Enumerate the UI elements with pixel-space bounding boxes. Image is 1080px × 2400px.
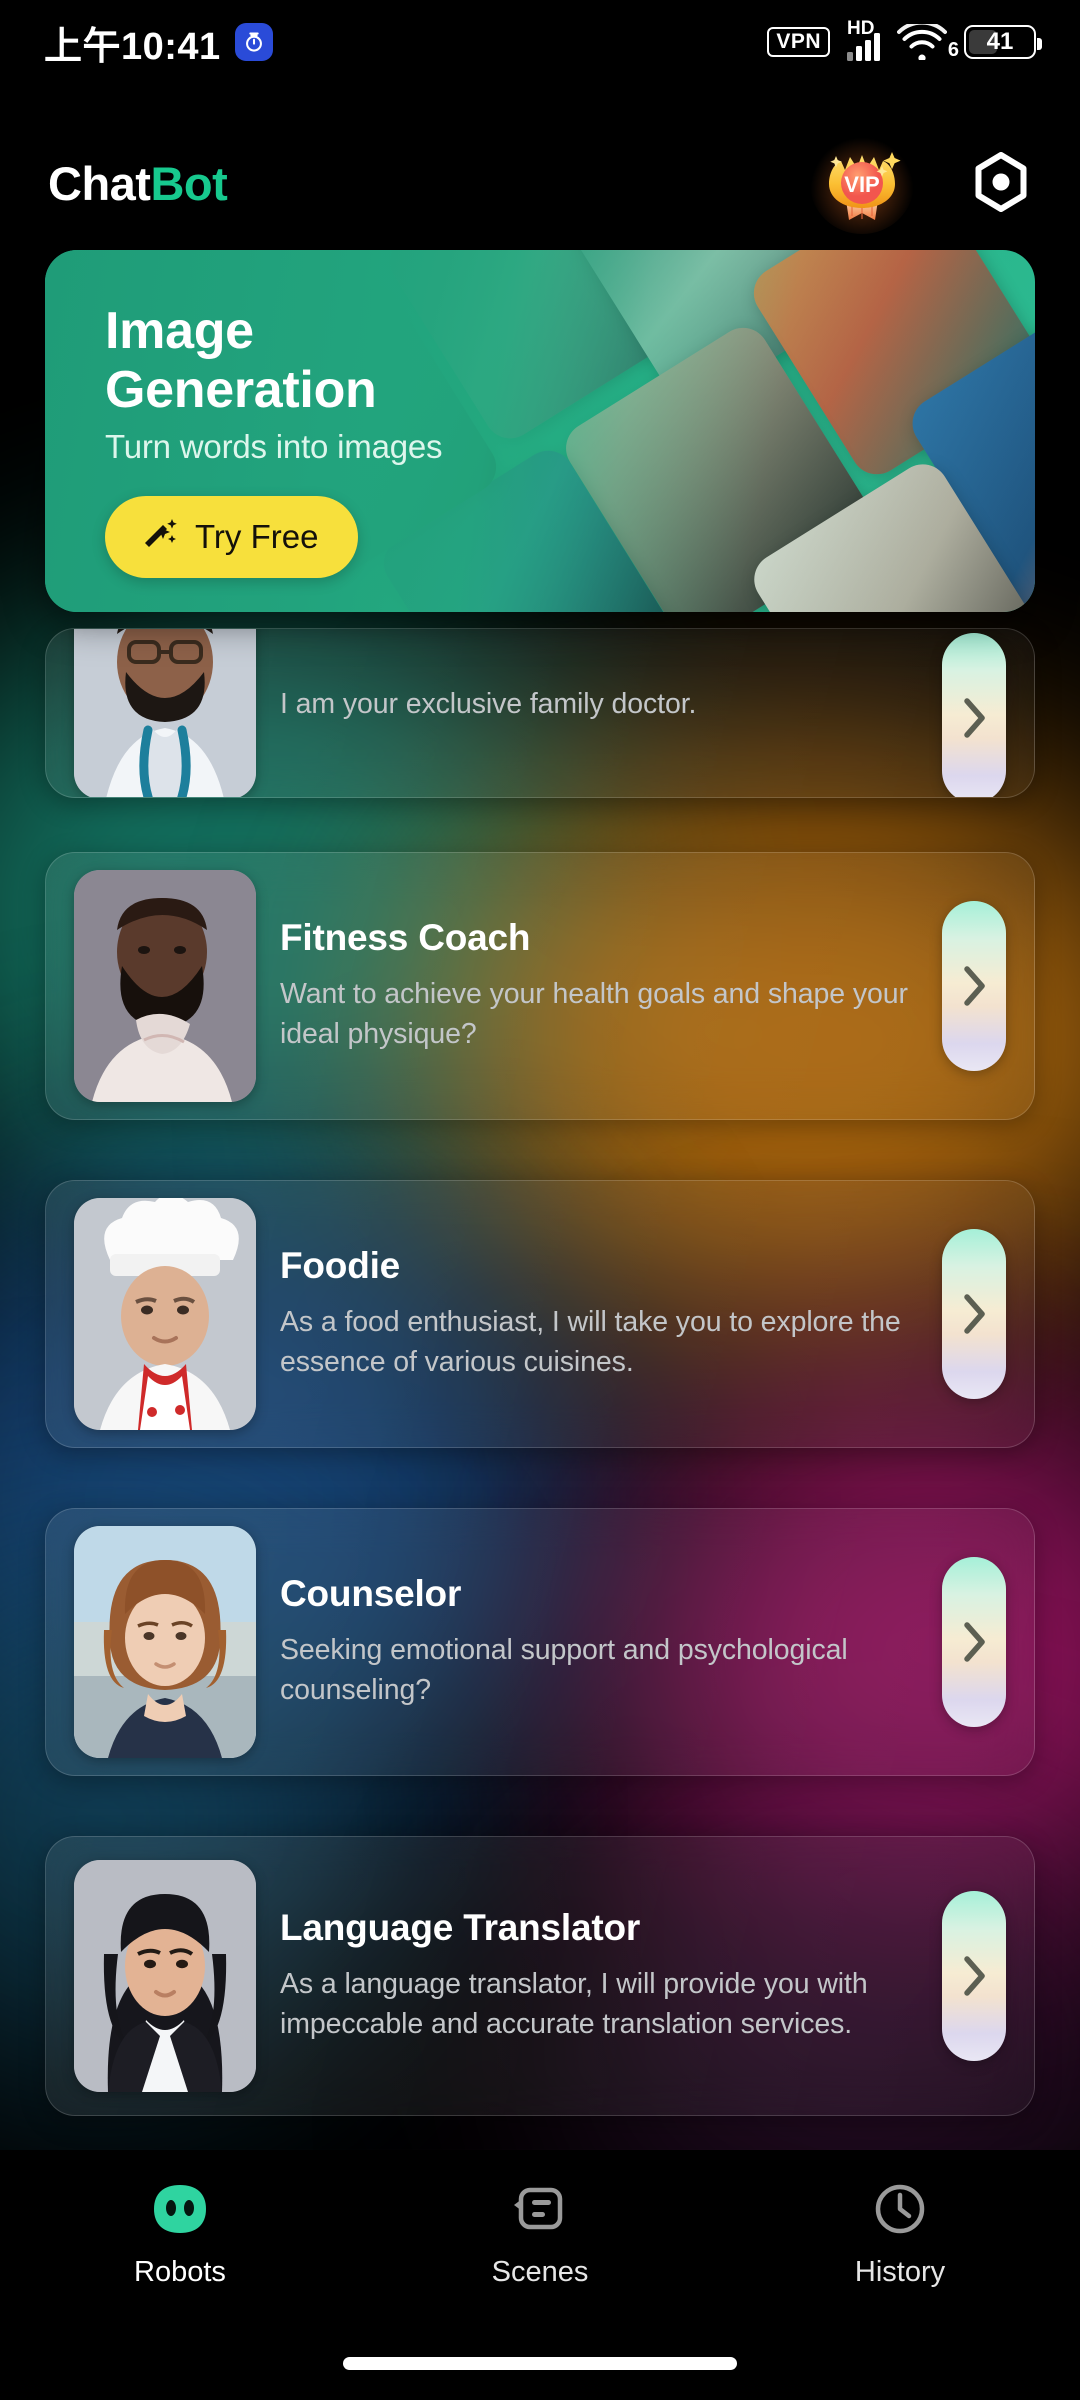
battery-icon: 41 <box>964 25 1042 59</box>
chevron-right-icon[interactable] <box>942 633 1006 797</box>
robot-card-title: Foodie <box>280 1245 401 1287</box>
robot-card-description: Want to achieve your health goals and sh… <box>280 978 908 1050</box>
robot-card-inner: Foodie As a food enthusiast, I will take… <box>46 1181 1034 1447</box>
banner-title-line1: Image <box>105 302 254 360</box>
robot-card-text: Counselor Seeking emotional support and … <box>280 1573 942 1711</box>
image-generation-banner[interactable]: Image Generation Turn words into images … <box>45 250 1035 612</box>
nav-item-robots[interactable]: Robots <box>0 2178 360 2289</box>
vpn-icon: VPN <box>767 27 830 57</box>
status-bar: 上午10:41 VPN HD 6 41 <box>0 0 1080 84</box>
wifi-generation-label: 6 <box>947 39 959 61</box>
robot-card-language-translator[interactable]: Language Translator As a language transl… <box>45 1836 1035 2116</box>
robot-card-description: I am your exclusive family doctor. <box>280 688 697 720</box>
app-screen: 上午10:41 VPN HD 6 41 ChatBot VIP Image Ge… <box>0 0 1080 2400</box>
robot-card-title: Language Translator <box>280 1907 641 1949</box>
vip-medal-icon[interactable]: VIP <box>810 134 914 234</box>
status-bar-right: VPN HD 6 41 <box>767 19 1042 62</box>
nav-item-history[interactable]: History <box>720 2178 1080 2289</box>
robot-card-inner: Language Translator As a language transl… <box>46 1837 1034 2115</box>
robot-card-doctor[interactable]: I am your exclusive family doctor. <box>45 628 1035 798</box>
status-bar-left: 上午10:41 <box>44 15 273 70</box>
robot-card-description: As a food enthusiast, I will take you to… <box>280 1306 901 1378</box>
robot-card-counselor[interactable]: Counselor Seeking emotional support and … <box>45 1508 1035 1776</box>
app-title-part2: Bot <box>150 156 228 210</box>
wifi-icon: 6 <box>897 20 959 62</box>
hexagon-settings-icon[interactable] <box>970 152 1032 214</box>
banner-content: Image Generation Turn words into images … <box>105 302 443 578</box>
robot-card-title: Counselor <box>280 1573 462 1615</box>
robot-card-description: Seeking emotional support and psychologi… <box>280 1634 848 1706</box>
chevron-right-icon[interactable] <box>942 901 1006 1071</box>
battery-percent-label: 41 <box>986 28 1014 55</box>
clock-icon <box>872 2178 928 2240</box>
robot-card-text: I am your exclusive family doctor. <box>280 629 942 725</box>
status-bar-clock: 上午10:41 <box>44 25 221 68</box>
robot-card-foodie[interactable]: Foodie As a food enthusiast, I will take… <box>45 1180 1035 1448</box>
scene-card-icon <box>512 2178 568 2240</box>
nav-label-history: History <box>854 2256 946 2288</box>
doctor-avatar <box>74 629 256 797</box>
robot-card-text: Fitness Coach Want to achieve your healt… <box>280 917 942 1055</box>
translator-avatar <box>74 1860 256 2092</box>
stopwatch-icon <box>234 23 273 61</box>
hd-label: HD <box>847 18 875 39</box>
try-free-label: Try Free <box>195 517 319 555</box>
robot-card-title: Fitness Coach <box>280 917 531 959</box>
signal-bars-icon: HD <box>847 19 880 61</box>
nav-item-scenes[interactable]: Scenes <box>360 2178 720 2289</box>
fitness-coach-avatar <box>74 870 256 1102</box>
nav-label-scenes: Scenes <box>491 2256 589 2288</box>
robot-card-inner: Fitness Coach Want to achieve your healt… <box>46 853 1034 1119</box>
chevron-right-icon[interactable] <box>942 1557 1006 1727</box>
robot-card-text: Language Translator As a language transl… <box>280 1907 942 2045</box>
app-title: ChatBot <box>48 156 228 211</box>
magic-wand-icon <box>139 513 179 561</box>
chevron-right-icon[interactable] <box>942 1891 1006 2061</box>
robot-face-icon <box>152 2178 208 2240</box>
home-indicator[interactable] <box>343 2357 737 2370</box>
robot-card-inner: I am your exclusive family doctor. <box>46 629 1034 797</box>
banner-subtitle: Turn words into images <box>105 427 443 465</box>
try-free-button[interactable]: Try Free <box>105 495 359 578</box>
chef-avatar <box>74 1198 256 1430</box>
app-header-actions: VIP <box>810 134 1032 234</box>
app-header: ChatBot VIP <box>0 128 1080 238</box>
chevron-right-icon[interactable] <box>942 1229 1006 1399</box>
counselor-avatar <box>74 1526 256 1758</box>
robot-card-text: Foodie As a food enthusiast, I will take… <box>280 1245 942 1383</box>
nav-label-robots: Robots <box>134 2256 226 2288</box>
app-title-part1: Chat <box>48 156 151 210</box>
robot-card-fitness-coach[interactable]: Fitness Coach Want to achieve your healt… <box>45 852 1035 1120</box>
banner-title-line2: Generation <box>105 360 377 419</box>
robot-card-description: As a language translator, I will provide… <box>280 1968 868 2040</box>
banner-title: Image Generation <box>105 302 442 420</box>
vip-label: VIP <box>844 172 879 197</box>
robot-card-inner: Counselor Seeking emotional support and … <box>46 1509 1034 1775</box>
